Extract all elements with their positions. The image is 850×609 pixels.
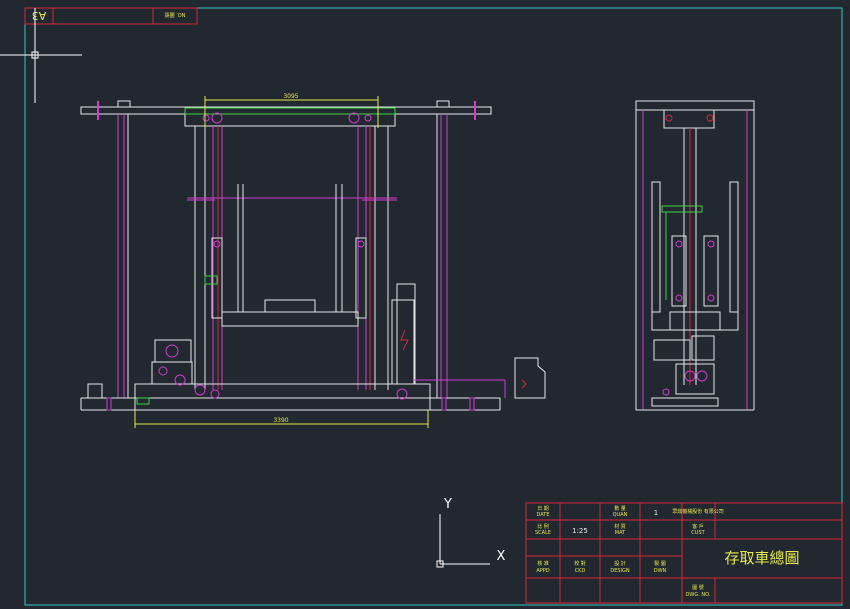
ucs-x-label: X <box>497 549 506 564</box>
mat-label: 材 質 <box>614 523 626 530</box>
side-view[interactable] <box>635 100 755 411</box>
dimension-top-label: 3095 <box>283 93 298 100</box>
title-block[interactable]: 日 期 DATE 數 量 QUAN 眾鼎機械股份 有限公司 比 例 SCALE … <box>525 502 843 604</box>
drawing-frame <box>24 7 843 606</box>
dwg-en: DWG. NO. <box>686 592 711 598</box>
front-dimension-top <box>204 96 379 128</box>
design-en: DESIGN <box>610 568 630 574</box>
mat-en: MAT <box>615 530 626 536</box>
quan-en: QUAN <box>613 512 628 518</box>
design-label: 設 計 <box>614 560 626 567</box>
appd-en: APPD <box>536 568 549 574</box>
dimension-bottom-label: 3390 <box>273 417 288 424</box>
ckd-en: CKD <box>575 568 586 574</box>
front-view[interactable] <box>80 100 546 411</box>
quan-value: 1 <box>654 509 658 517</box>
appd-label: 核 准 <box>537 560 549 567</box>
drawing-title: 存取車總圖 <box>724 549 799 567</box>
ucs-y-label: Y <box>443 497 452 512</box>
scale-value: 1:25 <box>572 527 588 535</box>
ucs-icon <box>436 514 490 568</box>
date-en: DATE <box>536 512 549 518</box>
cust-label: 客 戶 <box>692 523 704 530</box>
cad-viewport[interactable]: A3 NO. 圖號 3095 3390 Y X 日 期 DATE 數 量 QUA… <box>0 0 850 609</box>
sheet-size-label: A3 <box>32 9 47 22</box>
scale-en: SCALE <box>535 530 551 536</box>
cust-en: CUST <box>691 530 705 536</box>
dwn-label: 製 圖 <box>654 560 666 567</box>
dwn-en: DWN <box>654 568 667 574</box>
ckd-label: 校 對 <box>574 560 586 567</box>
company-label: 眾鼎機械股份 有限公司 <box>672 508 724 515</box>
scale-label: 比 例 <box>537 523 549 530</box>
sheet-size-tag: A3 NO. 圖號 <box>24 7 198 25</box>
corner-note: NO. 圖號 <box>165 11 186 18</box>
quan-label: 數 量 <box>614 505 626 512</box>
dwg-label: 圖 號 <box>692 584 704 591</box>
